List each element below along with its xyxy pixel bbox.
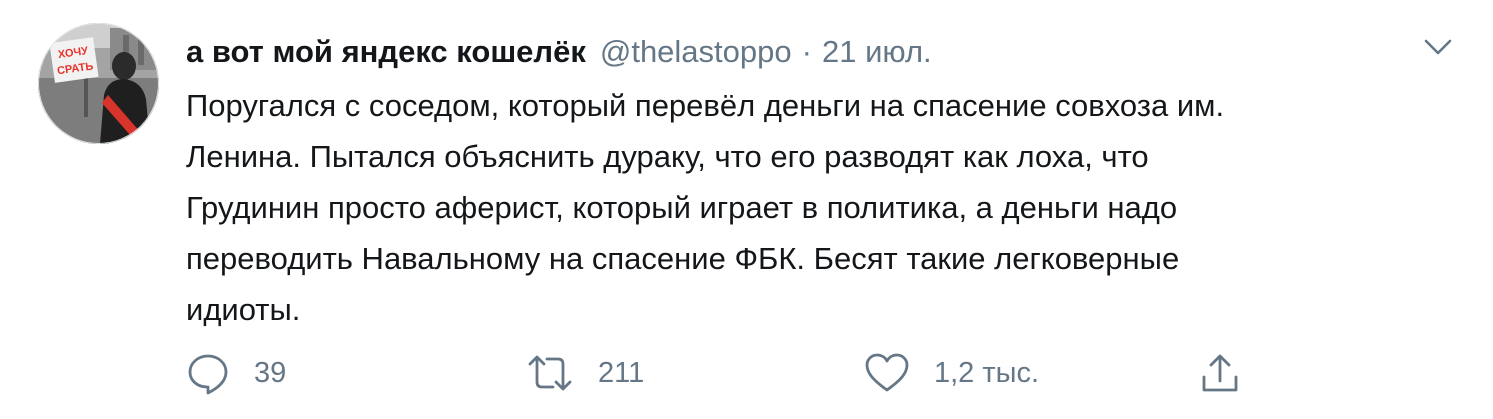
reply-button[interactable]: 39: [186, 348, 286, 398]
more-options-button[interactable]: [1420, 33, 1456, 61]
tweet-text-line: Ленина. Пытался объяснить дураку, что ег…: [186, 139, 1149, 174]
separator-dot: ·: [801, 34, 812, 69]
retweet-icon: [528, 355, 572, 391]
reply-count: 39: [254, 356, 287, 389]
display-name[interactable]: а вот мой яндекс кошелёк: [186, 34, 586, 70]
tweet-text-line: переводить Навальному на спасение ФБК. Б…: [186, 241, 1180, 276]
retweet-count: 211: [598, 356, 645, 389]
like-button[interactable]: 1,2 тыс.: [864, 348, 1039, 398]
tweet-header: а вот мой яндекс кошелёк @thelastoppo · …: [186, 30, 932, 74]
tweet-text-line: Грудинин просто аферист, который играет …: [186, 190, 1178, 225]
avatar-image: ХОЧУ СРАТЬ: [38, 23, 159, 144]
tweet-date[interactable]: 21 июл.: [822, 34, 932, 70]
tweet-actions: 39 211 1,2 тыс.: [186, 348, 1266, 398]
avatar[interactable]: ХОЧУ СРАТЬ: [38, 23, 159, 144]
user-handle[interactable]: @thelastoppo: [600, 34, 792, 70]
tweet-text-line: Поругался с соседом, который перевёл ден…: [186, 88, 1225, 123]
chevron-down-icon: [1424, 39, 1452, 55]
tweet-text: Поругался с соседом, который перевёл ден…: [186, 80, 1456, 335]
reply-icon: [188, 354, 228, 395]
share-icon: [1202, 354, 1238, 392]
share-button[interactable]: [1198, 348, 1242, 398]
like-count: 1,2 тыс.: [934, 356, 1040, 389]
tweet[interactable]: ХОЧУ СРАТЬ а вот мой яндекс кошелёк @the…: [0, 0, 1493, 419]
heart-icon: [865, 353, 909, 392]
tweet-text-line: идиоты.: [186, 292, 301, 327]
retweet-button[interactable]: 211: [526, 348, 644, 398]
